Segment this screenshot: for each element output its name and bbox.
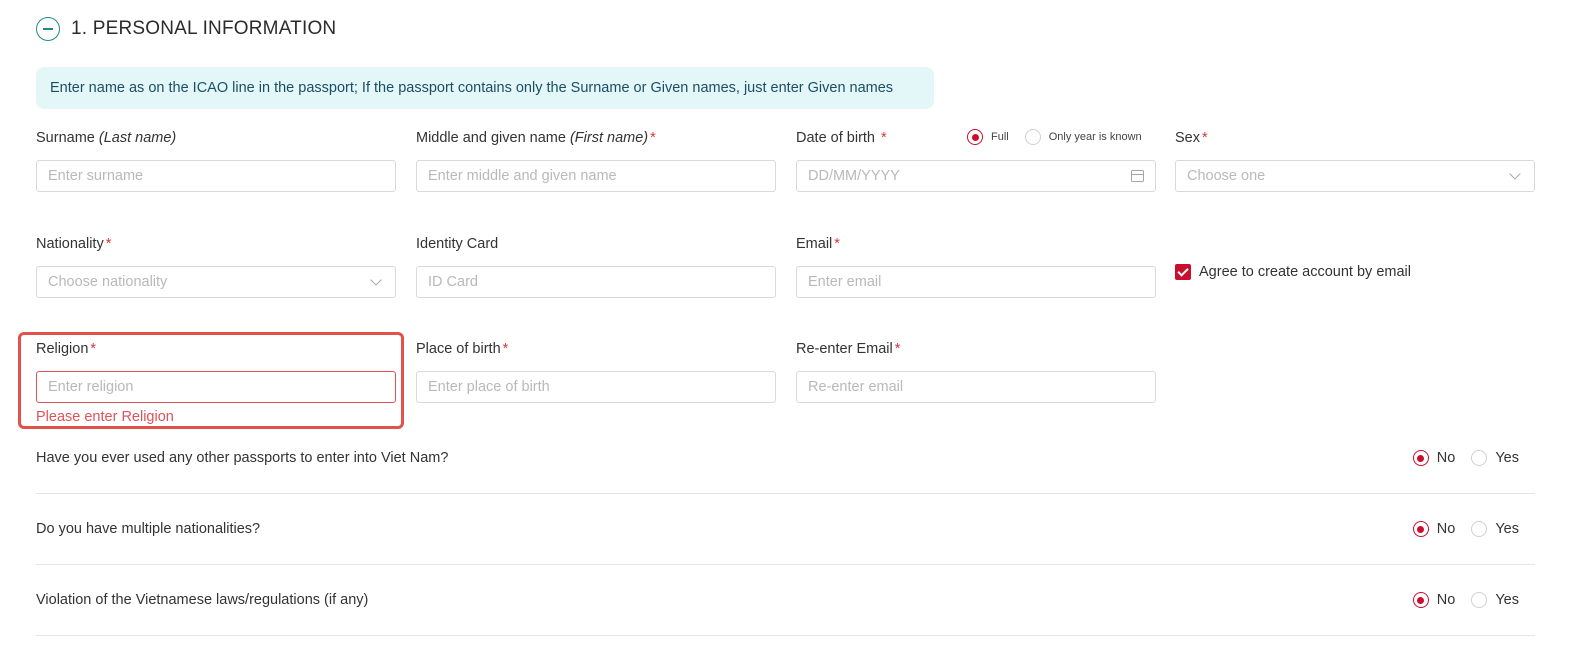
question-text: Have you ever used any other passports t… [36,450,449,466]
sex-select[interactable]: Choose one [1175,160,1535,192]
reenter-email-input[interactable]: Re-enter email [796,371,1156,403]
given-name-label: Middle and given name (First name) * [416,130,656,146]
option-yes[interactable]: Yes [1471,521,1519,537]
chevron-down-icon [1509,167,1521,180]
email-input[interactable]: Enter email [796,266,1156,298]
reenter-email-field: Re-enter Email * Re-enter email [796,340,1156,403]
question-row-violations: Violation of the Vietnamese laws/regulat… [36,565,1535,636]
section-title: 1. PERSONAL INFORMATION [71,18,337,39]
reenter-email-label: Re-enter Email * [796,341,901,357]
sex-field: Sex * Choose one [1175,129,1535,192]
section-header: 1. PERSONAL INFORMATION [36,17,336,41]
dob-input[interactable]: DD/MM/YYYY [796,160,1156,192]
email-field: Email * Enter email [796,235,1156,298]
agree-checkbox[interactable] [1175,264,1191,280]
identity-card-field: Identity Card ID Card [416,235,776,298]
option-no[interactable]: No [1412,521,1455,537]
option-no[interactable]: No [1412,450,1455,466]
collapse-minus-icon[interactable] [36,17,60,41]
surname-label: Surname (Last name) [36,130,177,146]
place-of-birth-field: Place of birth * Enter place of birth [416,340,776,403]
religion-input[interactable]: Enter religion [36,371,396,403]
dob-year-radio[interactable] [1024,129,1041,145]
email-label: Email * [796,236,840,252]
question-text: Do you have multiple nationalities? [36,521,261,537]
option-yes[interactable]: Yes [1471,592,1519,608]
question-row-other-passports: Have you ever used any other passports t… [36,423,1535,494]
religion-field: Religion * Enter religion Please enter Re… [36,340,396,425]
dob-mode-options: Full Only year is known [967,129,1158,145]
question-text: Violation of the Vietnamese laws/regulat… [36,592,369,608]
identity-card-input[interactable]: ID Card [416,266,776,298]
dob-option-year[interactable]: Only year is known [1024,129,1142,145]
no-radio[interactable] [1412,521,1429,537]
chevron-down-icon [370,273,382,286]
agree-label: Agree to create account by email [1199,264,1411,280]
given-name-input[interactable]: Enter middle and given name [416,160,776,192]
given-name-field: Middle and given name (First name) * Ente… [416,129,776,192]
place-of-birth-input[interactable]: Enter place of birth [416,371,776,403]
question-row-multiple-nationalities: Do you have multiple nationalities? No Y… [36,494,1535,565]
place-of-birth-label: Place of birth * [416,341,509,357]
option-yes[interactable]: Yes [1471,450,1519,466]
info-notice: Enter name as on the ICAO line in the pa… [36,67,934,109]
yes-no-group: No Yes [1412,592,1519,608]
sex-label: Sex * [1175,130,1208,146]
no-radio[interactable] [1412,450,1429,466]
no-radio[interactable] [1412,592,1429,608]
surname-input[interactable]: Enter surname [36,160,396,192]
identity-card-label: Identity Card [416,236,499,252]
nationality-field: Nationality * Choose nationality [36,235,396,298]
religion-label: Religion * [36,341,97,357]
agree-create-account[interactable]: Agree to create account by email [1175,264,1411,280]
dob-full-radio[interactable] [967,129,983,145]
calendar-icon[interactable] [1131,170,1144,182]
yes-no-group: No Yes [1412,450,1519,466]
yes-radio[interactable] [1471,592,1488,608]
option-no[interactable]: No [1412,592,1455,608]
dob-option-full[interactable]: Full [967,129,1009,145]
yes-radio[interactable] [1471,521,1488,537]
nationality-label: Nationality * [36,236,112,252]
yes-no-group: No Yes [1412,521,1519,537]
surname-field: Surname (Last name) Enter surname [36,129,396,192]
nationality-select[interactable]: Choose nationality [36,266,396,298]
yes-radio[interactable] [1471,450,1488,466]
